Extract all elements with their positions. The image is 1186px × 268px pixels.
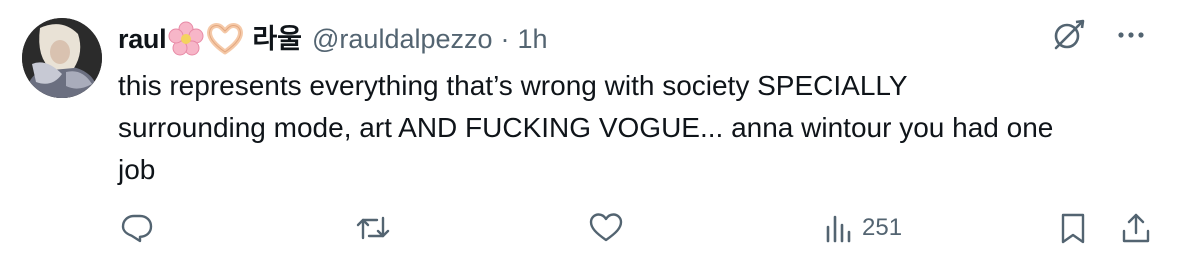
user-handle[interactable]: @rauldalpezzo xyxy=(312,20,493,58)
bookmark-icon xyxy=(1058,211,1088,245)
reply-icon xyxy=(120,211,154,245)
views-icon xyxy=(824,211,854,245)
tweet-top-actions xyxy=(1052,18,1146,52)
cherry-blossom-emoji xyxy=(168,21,204,57)
separator-dot: · xyxy=(500,24,510,54)
avatar[interactable] xyxy=(22,18,102,98)
timestamp[interactable]: 1h xyxy=(518,20,548,58)
heart-hands-emoji xyxy=(206,21,244,57)
share-icon xyxy=(1120,211,1152,245)
like-button[interactable] xyxy=(588,206,624,250)
tweet-actions-bar: 251 xyxy=(0,206,1186,250)
reply-button[interactable] xyxy=(120,206,154,250)
retweet-button[interactable] xyxy=(355,206,391,250)
like-icon xyxy=(588,211,624,245)
more-options-icon[interactable] xyxy=(1116,20,1146,50)
display-name[interactable]: raul xyxy=(118,20,167,58)
bookmark-button[interactable] xyxy=(1058,206,1088,250)
tweet-header: raul 라울 @rauldalpezzo · 1h xyxy=(118,20,548,58)
tweet-text: this represents everything that’s wrong … xyxy=(118,70,1054,185)
share-button[interactable] xyxy=(1120,206,1152,250)
retweet-icon xyxy=(355,211,391,245)
views-count: 251 xyxy=(862,214,903,241)
views-button[interactable]: 251 xyxy=(824,206,902,250)
tweet[interactable]: raul 라울 @rauldalpezzo · 1h this represen… xyxy=(0,0,1186,268)
korean-name[interactable]: 라울 xyxy=(252,20,302,58)
grok-icon[interactable] xyxy=(1052,18,1086,52)
